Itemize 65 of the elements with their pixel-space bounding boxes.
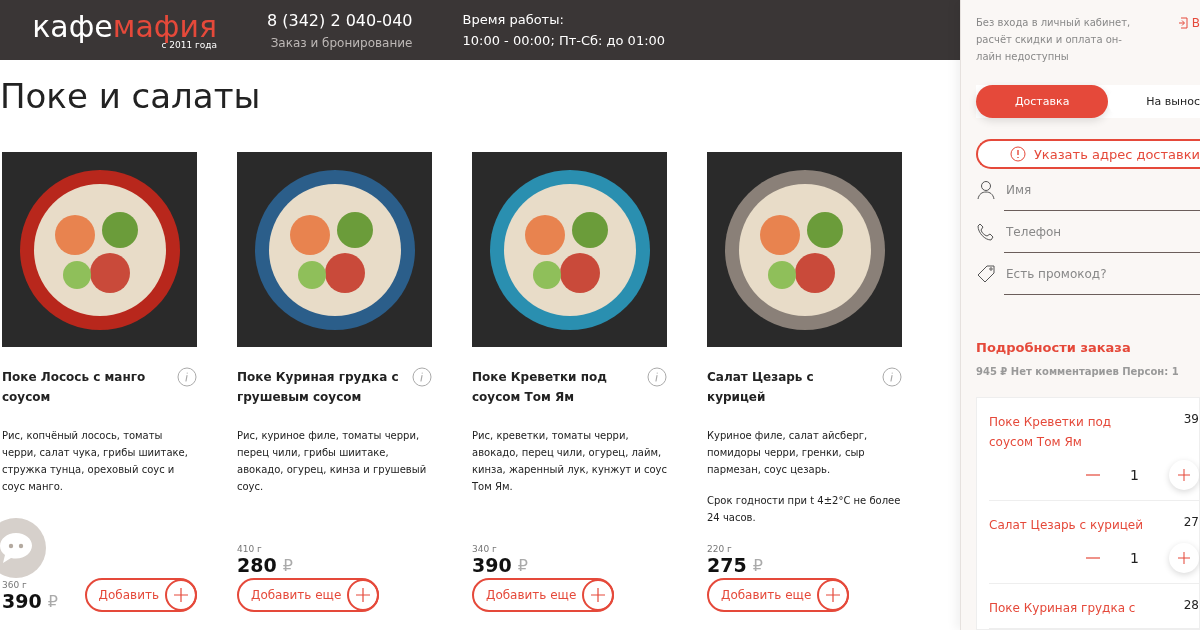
address-button[interactable]: Указать адрес доставки [976,139,1200,169]
product-description: Рис, креветки, томаты черри, авокадо, перец чили, огурец, лайм, кинза, жаренный лук, кунжут и соус Том Ям. [472,429,667,494]
product-weight: 360 г [2,580,28,590]
product-name[interactable]: Поке Креветки под соусом Том Ям [472,367,637,411]
order-details-title: Подробности заказа [976,340,1132,355]
order-item-price: 28 [1183,598,1199,614]
product-price: 390 ₽ [2,590,58,612]
product-name[interactable]: Салат Цезарь с курицей [707,367,872,411]
plus-icon [174,588,188,602]
add-to-cart-button[interactable]: Добавить еще [707,578,850,612]
product-weight: 410 г [237,544,263,554]
product-weight: 340 г [472,544,498,554]
phone-caption: Заказ и бронирование [270,35,413,50]
order-item-price: 39 [1183,412,1199,428]
add-to-cart-button[interactable]: Добавить еще [237,578,380,612]
phone-number[interactable]: 8 (342) 2 040-040 [267,10,413,30]
input-field[interactable]: Телефон [1004,211,1200,253]
tag-icon [976,264,996,284]
product-price: 275 ₽ [707,554,764,576]
warning-icon [1009,146,1026,162]
login-icon [1177,17,1188,29]
add-to-cart-button[interactable]: Добавить [84,578,197,612]
info-icon[interactable] [882,367,902,387]
input-field[interactable]: Имя [1004,169,1200,211]
info-icon[interactable] [177,367,197,387]
product-price: 280 ₽ [237,554,294,576]
minus-icon [1086,557,1101,559]
plus-icon [1178,469,1190,481]
product-weight: 220 г [707,544,733,554]
product-name[interactable]: Поке Лосось с манго соусом [2,367,167,411]
chat-button[interactable] [0,518,46,578]
logo[interactable]: кафемафия [32,10,217,43]
login-link[interactable]: В [1177,14,1200,32]
input-field[interactable]: Есть промокод? [1004,253,1200,295]
order-item-price: 27 [1183,515,1199,531]
info-icon[interactable] [412,367,432,387]
product-name[interactable]: Поке Куриная грудка с грушевым соусом [237,367,402,411]
minus-icon [1086,474,1101,476]
plus-icon [591,588,606,602]
order-item-name: Поке Куриная грудка с [989,600,1137,617]
plus-icon [356,588,371,602]
phone-icon [976,222,996,242]
hours-text: 10:00 - 00:00; Пт-Сб: до 01:00 [462,33,666,48]
info-icon[interactable] [647,367,667,387]
product-description: Рис, копчёный лосось, томаты черри, салат чука, грибы шиитаке, стружка тунца, ореховый соус и соус манго. [2,429,189,494]
hours-title: Время работы: [462,12,564,27]
person-icon [976,180,996,200]
product-price: 390 ₽ [472,554,529,576]
increase-button[interactable] [1169,543,1199,573]
quantity: 1 [1130,550,1139,566]
product-description: Рис, куриное филе, томаты черри, перец чили, грибы шиитаке, авокадо, огурец, кинза и грушевый соус. [237,429,428,494]
plus-icon [1178,552,1190,564]
order-summary: 945 ₽ Нет комментариев Персон: 1 [976,366,1180,377]
login-notice: Без входа в личный кабинет, расчёт скидки и оплата он-лайн недоступны [976,16,1132,64]
product-description: Срок годности при t 4±2°C не более 24 часов. [707,494,902,525]
delivery-tab[interactable]: Доставка [976,85,1109,118]
increase-button[interactable] [1169,460,1199,490]
page-title: Поке и салаты [0,76,262,116]
product-description: Куриное филе, салат айсберг, помидоры черри, гренки, сыр пармезан, соус цезарь. [707,429,869,477]
order-item-name: Поке Креветки под соусом Том Ям [989,414,1113,451]
add-to-cart-button[interactable]: Добавить еще [472,578,615,612]
plus-icon [826,588,841,602]
order-item-name: Салат Цезарь с курицей [989,517,1145,534]
chat-bubble-icon [0,531,34,565]
quantity: 1 [1130,467,1139,483]
